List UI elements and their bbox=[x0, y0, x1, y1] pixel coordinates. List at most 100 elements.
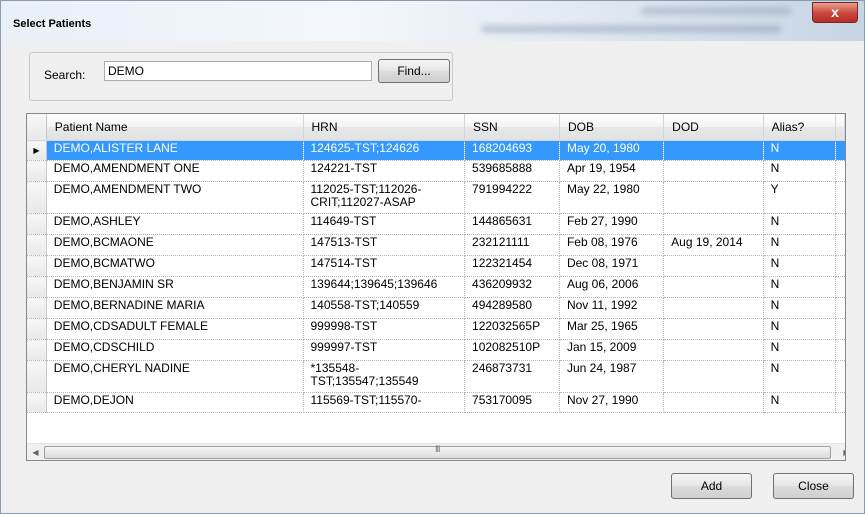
cell-ssn: 539685888 bbox=[464, 160, 560, 182]
scroll-right-icon[interactable]: ▶ bbox=[838, 444, 845, 460]
cell-patient-name: DEMO,DEJON bbox=[46, 392, 304, 413]
cell-dob: Dec 08, 1971 bbox=[559, 255, 665, 277]
cell-dod bbox=[663, 392, 764, 413]
search-input[interactable] bbox=[104, 61, 372, 81]
cell-hrn: 124625-TST;124626 bbox=[303, 140, 466, 161]
row-header[interactable] bbox=[27, 297, 47, 319]
dialog-title: Select Patients bbox=[13, 18, 92, 30]
current-row-arrow-icon: ▶ bbox=[33, 146, 40, 155]
cell-hrn: 147513-TST bbox=[303, 234, 466, 256]
cell-patient-name: DEMO,BCMAONE bbox=[46, 234, 304, 256]
table-row[interactable]: DEMO,AMENDMENT ONE 124221-TST 539685888 Apr… bbox=[27, 160, 845, 182]
column-header-dod[interactable]: DOD bbox=[663, 114, 764, 141]
cell-ssn: 246873731 bbox=[464, 360, 560, 393]
cell-dob: Jun 24, 1987 bbox=[559, 360, 665, 393]
cell-ssn: 122032565P bbox=[464, 318, 560, 340]
table-row[interactable]: DEMO,DEJON 115569-TST;115570- 753170095 Nov… bbox=[27, 392, 845, 413]
cell-hrn: 139644;139645;139646 bbox=[303, 276, 466, 298]
cell-dod bbox=[663, 140, 764, 161]
scroll-grip: III bbox=[435, 444, 440, 454]
table-row[interactable]: DEMO,BCMATWO 147514-TST 122321454 Dec 08, 1… bbox=[27, 255, 845, 277]
column-header-ssn[interactable]: SSN bbox=[464, 114, 560, 141]
cell-ssn: 168204693 bbox=[464, 140, 560, 161]
row-header[interactable] bbox=[27, 318, 47, 340]
cell-dod bbox=[663, 297, 764, 319]
find-button[interactable]: Find... bbox=[378, 59, 450, 83]
row-header-corner bbox=[27, 114, 47, 141]
cell-hrn: 115569-TST;115570- bbox=[303, 392, 466, 413]
scroll-left-icon[interactable]: ◀ bbox=[27, 444, 44, 460]
cell-alias: N bbox=[763, 140, 837, 161]
row-header[interactable] bbox=[27, 276, 47, 298]
cell-hrn: 124221-TST bbox=[303, 160, 466, 182]
cell-alias: N bbox=[763, 318, 837, 340]
table-row[interactable]: ▶ DEMO,ALISTER LANE 124625-TST;124626 16820… bbox=[27, 140, 845, 161]
cell-ssn: 791994222 bbox=[464, 181, 560, 214]
horizontal-scrollbar[interactable]: ◀ III ▶ bbox=[27, 443, 845, 460]
cell-hrn: 140558-TST;140559 bbox=[303, 297, 466, 319]
cell-dod bbox=[663, 181, 764, 214]
row-filler bbox=[835, 255, 845, 277]
cell-hrn: 114649-TST bbox=[303, 213, 466, 235]
cell-dob: May 22, 1980 bbox=[559, 181, 665, 214]
row-filler bbox=[835, 360, 845, 393]
cell-dob: Feb 08, 1976 bbox=[559, 234, 665, 256]
column-header-patient-name[interactable]: Patient Name bbox=[46, 114, 304, 141]
add-button[interactable]: Add bbox=[671, 473, 752, 499]
table-row[interactable]: DEMO,CDSCHILD 999997-TST 102082510P Jan 15,… bbox=[27, 339, 845, 361]
cell-alias: N bbox=[763, 234, 837, 256]
row-header[interactable] bbox=[27, 213, 47, 235]
cell-ssn: 102082510P bbox=[464, 339, 560, 361]
cell-patient-name: DEMO,CHERYL NADINE bbox=[46, 360, 304, 393]
column-header-dob[interactable]: DOB bbox=[559, 114, 665, 141]
row-header[interactable] bbox=[27, 160, 47, 182]
patient-grid[interactable]: Patient Name HRN SSN DOB DOD Alias? ▶ DEMO,ALI… bbox=[26, 113, 846, 461]
cell-dod bbox=[663, 339, 764, 361]
close-button[interactable]: Close bbox=[773, 473, 854, 499]
row-filler bbox=[835, 181, 845, 214]
row-filler bbox=[835, 297, 845, 319]
cell-dob: May 20, 1980 bbox=[559, 140, 665, 161]
cell-alias: Y bbox=[763, 181, 837, 214]
horizontal-scroll-thumb[interactable]: III bbox=[44, 444, 831, 459]
row-filler bbox=[835, 213, 845, 235]
cell-dob: Aug 06, 2006 bbox=[559, 276, 665, 298]
row-filler bbox=[835, 276, 845, 298]
column-header-hrn[interactable]: HRN bbox=[303, 114, 466, 141]
table-row[interactable]: DEMO,CHERYL NADINE *135548-TST;135547;135… bbox=[27, 360, 845, 393]
cell-alias: N bbox=[763, 297, 837, 319]
row-filler bbox=[835, 339, 845, 361]
cell-ssn: 494289580 bbox=[464, 297, 560, 319]
window-close-button[interactable]: x bbox=[812, 2, 858, 23]
cell-dod bbox=[663, 360, 764, 393]
table-row[interactable]: DEMO,AMENDMENT TWO 112025-TST;112026-CRIT… bbox=[27, 181, 845, 214]
table-header-row: Patient Name HRN SSN DOB DOD Alias? bbox=[27, 114, 845, 141]
row-header[interactable] bbox=[27, 392, 47, 413]
row-header[interactable]: ▶ bbox=[27, 140, 47, 161]
cell-ssn: 436209932 bbox=[464, 276, 560, 298]
row-header[interactable] bbox=[27, 255, 47, 277]
table-row[interactable]: DEMO,ASHLEY 114649-TST 144865631 Feb 27, 19… bbox=[27, 213, 845, 235]
cell-dod bbox=[663, 255, 764, 277]
row-header[interactable] bbox=[27, 339, 47, 361]
table-row[interactable]: DEMO,CDSADULT FEMALE 999998-TST 122032565P… bbox=[27, 318, 845, 340]
cell-patient-name: DEMO,CDSCHILD bbox=[46, 339, 304, 361]
table-row[interactable]: DEMO,BCMAONE 147513-TST 232121111 Feb 08, 1… bbox=[27, 234, 845, 256]
row-filler bbox=[835, 160, 845, 182]
table-row[interactable]: DEMO,BENJAMIN SR 139644;139645;139646 4362… bbox=[27, 276, 845, 298]
cell-hrn: 999997-TST bbox=[303, 339, 466, 361]
row-header[interactable] bbox=[27, 234, 47, 256]
patient-table: Patient Name HRN SSN DOB DOD Alias? ▶ DEMO,ALI… bbox=[27, 114, 845, 413]
cell-dob: Apr 19, 1954 bbox=[559, 160, 665, 182]
cell-patient-name: DEMO,CDSADULT FEMALE bbox=[46, 318, 304, 340]
dialog-body: Search: Find... Patient NameHRNSSNDOBDOD… bbox=[9, 41, 858, 507]
row-header[interactable] bbox=[27, 360, 47, 393]
table-body: ▶ DEMO,ALISTER LANE 124625-TST;124626 16820… bbox=[27, 140, 845, 413]
row-header[interactable] bbox=[27, 181, 47, 214]
blurred-background-text bbox=[481, 25, 781, 33]
row-filler bbox=[835, 140, 845, 161]
table-row[interactable]: DEMO,BERNADINE MARIA 140558-TST;140559 494… bbox=[27, 297, 845, 319]
cell-dob: Mar 25, 1965 bbox=[559, 318, 665, 340]
column-header-alias[interactable]: Alias? bbox=[763, 114, 837, 141]
title-bar: Select Patients x bbox=[1, 1, 864, 41]
